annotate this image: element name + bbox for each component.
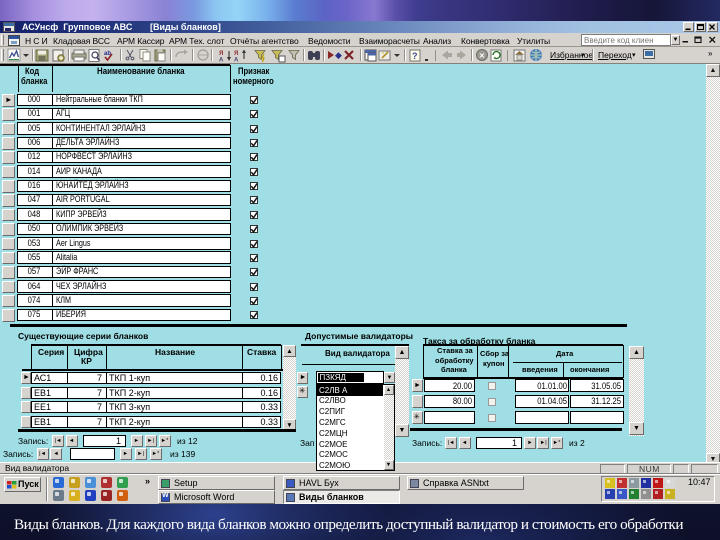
svg-text:?: ?: [412, 51, 418, 61]
svg-text:✕: ✕: [479, 53, 485, 60]
svg-text:Я: Я: [234, 51, 238, 57]
svg-text:Я: Я: [219, 51, 223, 57]
svg-text:А: А: [234, 58, 239, 64]
svg-text:А: А: [219, 58, 224, 64]
svg-text:◆: ◆: [335, 50, 342, 60]
